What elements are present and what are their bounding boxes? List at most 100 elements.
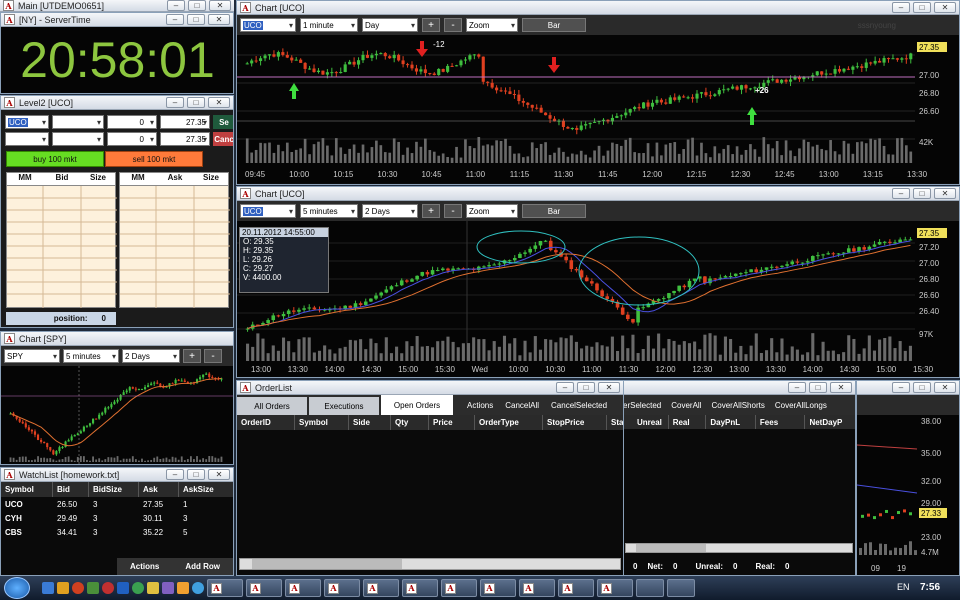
level2-qty2-input[interactable]: 0: [107, 132, 157, 146]
sell-button[interactable]: sell 100 mkt: [105, 151, 203, 167]
taskbar-window-button[interactable]: A: [207, 579, 243, 597]
chart2-titlebar[interactable]: A Chart [UCO] – □ ✕: [237, 187, 959, 201]
quicklaunch-icon[interactable]: [87, 582, 99, 594]
quicklaunch-icon[interactable]: [102, 582, 114, 594]
wl-header-bidsize[interactable]: BidSize: [89, 482, 139, 497]
wl-header-symbol[interactable]: Symbol: [1, 482, 53, 497]
orderlist-hscrollbar[interactable]: [239, 558, 621, 570]
cancel-all-button[interactable]: CancelAll: [505, 401, 539, 410]
ol-header-qty[interactable]: Qty: [391, 415, 429, 430]
chart2-zoom-in-button[interactable]: +: [422, 204, 440, 218]
maximize-icon[interactable]: □: [188, 0, 206, 11]
level2-qty-input[interactable]: 0: [107, 115, 157, 129]
quicklaunch-icon[interactable]: [132, 582, 144, 594]
ol-header-stopprice[interactable]: StopPrice: [543, 415, 607, 430]
maximize-icon[interactable]: □: [577, 382, 595, 393]
table-row[interactable]: UCO 26.50 3 27.35 1: [1, 497, 233, 511]
pos-header-daypnl[interactable]: DayPnL: [706, 415, 756, 429]
ol-header-ordertype[interactable]: OrderType: [475, 415, 543, 430]
pos-header-netdaypnl[interactable]: NetDayP: [805, 415, 855, 429]
minimize-icon[interactable]: –: [166, 14, 184, 25]
taskbar-window-button[interactable]: A: [597, 579, 633, 597]
chart1-interval-select[interactable]: 1 minute: [300, 18, 358, 32]
quicklaunch-icon[interactable]: [117, 582, 129, 594]
ol-header-orderid[interactable]: OrderID: [237, 415, 295, 430]
close-icon[interactable]: ✕: [934, 2, 956, 13]
quicklaunch-icon[interactable]: [177, 582, 189, 594]
minimize-icon[interactable]: –: [166, 469, 184, 480]
quicklaunch-icon[interactable]: [72, 582, 84, 594]
chart1-zoom-in-button[interactable]: +: [422, 18, 440, 32]
cover-all-button[interactable]: CoverAll: [671, 401, 701, 410]
system-clock[interactable]: 7:56: [920, 582, 940, 593]
pos-header-real[interactable]: Real: [669, 415, 707, 429]
chart2-interval-select[interactable]: 5 minutes: [300, 204, 358, 218]
start-button-icon[interactable]: [4, 577, 30, 599]
close-icon[interactable]: ✕: [208, 97, 230, 108]
maximize-icon[interactable]: □: [187, 14, 205, 25]
chart1-range-select[interactable]: Day: [362, 18, 418, 32]
spy-symbol-select[interactable]: SPY: [4, 349, 60, 363]
spy-zoom-in-button[interactable]: +: [183, 349, 201, 363]
chart2-symbol-select[interactable]: UCO: [240, 204, 296, 218]
table-row[interactable]: CYH 29.49 3 30.11 3: [1, 511, 233, 525]
minimize-icon[interactable]: –: [892, 188, 910, 199]
ol-header-symbol[interactable]: Symbol: [295, 415, 349, 430]
taskbar-window-button[interactable]: A: [285, 579, 321, 597]
positions-titlebar[interactable]: – □ ✕: [623, 381, 855, 395]
minimize-icon[interactable]: –: [788, 382, 806, 393]
taskbar-window-button[interactable]: A: [246, 579, 282, 597]
quicklaunch-icon[interactable]: [147, 582, 159, 594]
maximize-icon[interactable]: □: [187, 469, 205, 480]
ol-header-side[interactable]: Side: [349, 415, 391, 430]
chart1-price-plot[interactable]: -12 +26 27.35 27.00 26.80 26.60 42K 09:45 10:00 1…: [237, 35, 959, 183]
chart1-bar-button[interactable]: Bar: [522, 18, 586, 32]
taskbar-window-button[interactable]: A: [480, 579, 516, 597]
taskbar-window-button[interactable]: [667, 579, 695, 597]
chart1-symbol-select[interactable]: UCO: [240, 18, 296, 32]
wl-header-asksize[interactable]: AskSize: [179, 482, 231, 497]
table-row[interactable]: CBS 34.41 3 35.22 5: [1, 525, 233, 539]
close-icon[interactable]: ✕: [934, 382, 956, 393]
wl-header-bid[interactable]: Bid: [53, 482, 89, 497]
cover-all-shorts-button[interactable]: CoverAllShorts: [711, 401, 764, 410]
ol-header-price[interactable]: Price: [429, 415, 475, 430]
close-icon[interactable]: ✕: [934, 188, 956, 199]
level2-symbol-select[interactable]: UCO: [5, 115, 49, 129]
orderlist-actions-button[interactable]: Actions: [467, 401, 493, 410]
taskbar-window-button[interactable]: A: [519, 579, 555, 597]
taskbar-window-button[interactable]: A: [441, 579, 477, 597]
close-icon[interactable]: ✕: [208, 469, 230, 480]
watchlist-actions-button[interactable]: Actions: [130, 562, 159, 571]
maximize-icon[interactable]: □: [913, 188, 931, 199]
ol-header-status[interactable]: Sta: [607, 415, 623, 430]
quicklaunch-icon[interactable]: [42, 582, 54, 594]
level2-price2-input[interactable]: 27.35: [160, 132, 210, 146]
chart1-zoom-out-button[interactable]: -: [444, 18, 462, 32]
spy-interval-select[interactable]: 5 minutes: [63, 349, 119, 363]
minimize-icon[interactable]: –: [556, 382, 574, 393]
minimize-icon[interactable]: –: [892, 382, 910, 393]
cover-all-longs-button[interactable]: CoverAllLongs: [775, 401, 827, 410]
buy-button[interactable]: buy 100 mkt: [6, 151, 104, 167]
quicklaunch-icon[interactable]: [162, 582, 174, 594]
chart2-zoom-out-button[interactable]: -: [444, 204, 462, 218]
positions-close-selected-button[interactable]: erSelected: [623, 401, 661, 410]
close-icon[interactable]: ✕: [209, 0, 231, 11]
level2-titlebar[interactable]: A Level2 [UCO] – □ ✕: [1, 96, 233, 110]
main-titlebar[interactable]: A Main [UTDEMO0651] – □ ✕: [0, 0, 234, 12]
orderlist-titlebar[interactable]: A OrderList – □ ✕: [237, 381, 623, 395]
chart3-price-plot[interactable]: 38.00 35.00 32.00 29.0027.33 23.00 4.7M 09 19: [857, 415, 959, 575]
taskbar-window-button[interactable]: A: [363, 579, 399, 597]
servertime-titlebar[interactable]: A [NY] - ServerTime – □ ✕: [1, 13, 233, 27]
taskbar-window-button[interactable]: [636, 579, 664, 597]
spy-range-select[interactable]: 2 Days: [122, 349, 180, 363]
chart2-bar-button[interactable]: Bar: [522, 204, 586, 218]
tab-executions[interactable]: Executions: [309, 397, 379, 415]
pos-header-unreal[interactable]: Unreal: [623, 415, 669, 429]
tab-open-orders[interactable]: Open Orders: [381, 395, 453, 415]
minimize-icon[interactable]: –: [892, 2, 910, 13]
taskbar-window-button[interactable]: A: [402, 579, 438, 597]
tab-all-orders[interactable]: All Orders: [237, 397, 307, 415]
maximize-icon[interactable]: □: [187, 97, 205, 108]
